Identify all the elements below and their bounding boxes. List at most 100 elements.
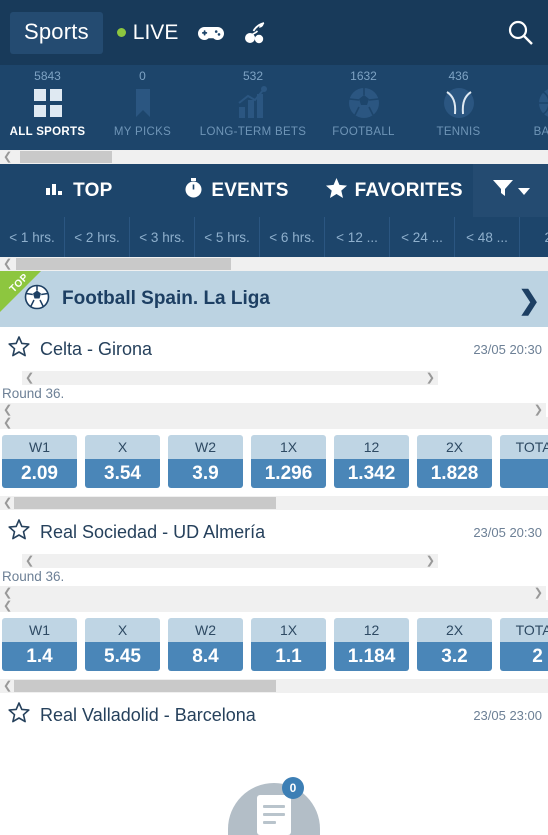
betslip-button[interactable]: 0 — [228, 777, 320, 835]
scroll-right-icon[interactable]: ❯ — [534, 586, 543, 600]
scroll-left-icon[interactable]: ❮ — [3, 586, 12, 600]
odds-scrollbar[interactable]: ❮ — [0, 496, 548, 510]
time-chip[interactable]: < 24 ... — [390, 217, 455, 257]
sidebar-item-football[interactable]: 1632 FOOTBALL — [316, 65, 411, 150]
tab-top[interactable]: TOP — [0, 164, 158, 217]
scroll-left-icon[interactable]: ❮ — [3, 257, 12, 271]
scroll-left-icon[interactable]: ❮ — [25, 554, 34, 568]
sidebar-item-all-sports[interactable]: 5843 ALL SPORTS — [0, 65, 95, 150]
gamepad-icon[interactable] — [198, 24, 225, 42]
time-filter-chips[interactable]: < 1 hrs. < 2 hrs. < 3 hrs. < 5 hrs. < 6 … — [0, 217, 548, 257]
odd-cell-w1[interactable]: W1 2.09 — [2, 435, 77, 488]
match-row-header[interactable]: Real Valladolid - Barcelona 23/05 23:00 — [0, 693, 548, 737]
odd-cell-total[interactable]: TOTAL — [500, 435, 548, 488]
time-chip[interactable]: < 6 hrs. — [260, 217, 325, 257]
time-chip[interactable]: < 12 ... — [325, 217, 390, 257]
match-name: Real Sociedad - UD Almería — [40, 521, 266, 542]
odd-value[interactable]: 1.4 — [2, 642, 77, 671]
filter-button[interactable] — [473, 164, 548, 217]
all-sports-label: ALL SPORTS — [9, 126, 86, 138]
match-markets-scrollbar-tertiary[interactable]: ❮ — [0, 600, 548, 612]
favorite-star-icon[interactable] — [8, 519, 30, 545]
match-markets-scrollbar[interactable]: ❮ ❯ — [22, 554, 438, 568]
tab-events-label: EVENTS — [211, 179, 289, 201]
odd-cell-w2[interactable]: W2 3.9 — [168, 435, 243, 488]
odd-cell-x[interactable]: X 5.45 — [85, 618, 160, 671]
long-term-bets-label: LONG-TERM BETS — [199, 126, 307, 138]
scroll-right-icon[interactable]: ❯ — [534, 403, 543, 417]
time-chip[interactable]: 24 — [520, 217, 548, 257]
match-row-header[interactable]: Celta - Girona 23/05 20:30 — [0, 327, 548, 371]
sports-tab-button[interactable]: Sports — [10, 11, 103, 54]
scroll-left-icon[interactable]: ❮ — [3, 150, 12, 164]
odd-value[interactable]: 1.184 — [334, 642, 409, 671]
odd-value[interactable]: 3.54 — [85, 459, 160, 488]
scrollbar-thumb[interactable] — [14, 680, 276, 692]
odd-value[interactable]: 3.2 — [417, 642, 492, 671]
chevron-right-icon[interactable]: ❯ — [518, 285, 540, 316]
odd-value[interactable]: 1.1 — [251, 642, 326, 671]
scroll-left-icon[interactable]: ❮ — [3, 679, 12, 693]
odd-cell-1x[interactable]: 1X 1.1 — [251, 618, 326, 671]
tennis-count: 436 — [448, 69, 469, 83]
time-chip[interactable]: < 1 hrs. — [0, 217, 65, 257]
odds-row[interactable]: W1 2.09 X 3.54 W2 3.9 1X 1.296 12 1.342 … — [0, 429, 548, 496]
odd-cell-2x[interactable]: 2X 3.2 — [417, 618, 492, 671]
odd-cell-1x[interactable]: 1X 1.296 — [251, 435, 326, 488]
scroll-right-icon[interactable]: ❯ — [426, 554, 435, 568]
odd-cell-w1[interactable]: W1 1.4 — [2, 618, 77, 671]
odd-value[interactable]: 1.296 — [251, 459, 326, 488]
scrollbar-thumb[interactable] — [14, 497, 276, 509]
odd-value[interactable]: 2 — [500, 642, 548, 671]
scroll-left-icon[interactable]: ❮ — [25, 371, 34, 385]
favorite-star-icon[interactable] — [8, 336, 30, 362]
time-chip[interactable]: < 5 hrs. — [195, 217, 260, 257]
odd-value[interactable]: 5.45 — [85, 642, 160, 671]
scroll-left-icon[interactable]: ❮ — [3, 403, 12, 417]
cherries-icon[interactable] — [244, 21, 268, 44]
odd-value[interactable]: 1.342 — [334, 459, 409, 488]
scroll-left-icon[interactable]: ❮ — [3, 496, 12, 510]
time-chip[interactable]: < 3 hrs. — [130, 217, 195, 257]
odd-value[interactable] — [500, 459, 548, 488]
favorite-star-icon[interactable] — [8, 702, 30, 728]
sport-categories-strip[interactable]: 5843 ALL SPORTS 0 MY PICKS 532 LONG-TERM… — [0, 65, 548, 150]
odds-row[interactable]: W1 1.4 X 5.45 W2 8.4 1X 1.1 12 1.184 2X … — [0, 612, 548, 679]
search-icon[interactable] — [506, 18, 534, 51]
sport-categories-scrollbar[interactable]: ❮ — [0, 150, 548, 164]
odd-value[interactable]: 2.09 — [2, 459, 77, 488]
time-chip[interactable]: < 48 ... — [455, 217, 520, 257]
tab-favorites[interactable]: FAVORITES — [315, 164, 473, 217]
tab-events[interactable]: EVENTS — [158, 164, 316, 217]
match-markets-scrollbar-tertiary[interactable]: ❮ — [0, 417, 548, 429]
sidebar-item-basketball[interactable]: BASKE — [506, 65, 548, 150]
odd-cell-2x[interactable]: 2X 1.828 — [417, 435, 492, 488]
sidebar-item-tennis[interactable]: 436 TENNIS — [411, 65, 506, 150]
league-header[interactable]: TOP Football Spain. La Liga ❯ — [0, 271, 548, 327]
match-markets-scrollbar-secondary[interactable]: ❮ ❯ — [0, 586, 546, 600]
scroll-left-icon[interactable]: ❮ — [3, 416, 12, 430]
scrollbar-thumb[interactable] — [20, 151, 112, 163]
odd-value[interactable]: 1.828 — [417, 459, 492, 488]
scroll-left-icon[interactable]: ❮ — [3, 599, 12, 613]
time-chip[interactable]: < 2 hrs. — [65, 217, 130, 257]
match-row-header[interactable]: Real Sociedad - UD Almería 23/05 20:30 — [0, 510, 548, 554]
odd-cell-x[interactable]: X 3.54 — [85, 435, 160, 488]
odd-cell-w2[interactable]: W2 8.4 — [168, 618, 243, 671]
time-chips-scrollbar[interactable]: ❮ — [0, 257, 548, 271]
scrollbar-thumb[interactable] — [16, 258, 231, 270]
scroll-right-icon[interactable]: ❯ — [426, 371, 435, 385]
live-tab-button[interactable]: LIVE — [116, 21, 178, 45]
sidebar-item-long-term-bets[interactable]: 532 LONG-TERM BETS — [190, 65, 316, 150]
match-markets-scrollbar-secondary[interactable]: ❮ ❯ — [0, 403, 546, 417]
odd-cell-12[interactable]: 12 1.342 — [334, 435, 409, 488]
odd-value[interactable]: 8.4 — [168, 642, 243, 671]
stopwatch-icon — [184, 177, 203, 204]
odds-scrollbar[interactable]: ❮ — [0, 679, 548, 693]
match-markets-scrollbar[interactable]: ❮ ❯ — [22, 371, 438, 385]
odd-value[interactable]: 3.9 — [168, 459, 243, 488]
odd-cell-total[interactable]: TOTAL 2 — [500, 618, 548, 671]
sidebar-item-my-picks[interactable]: 0 MY PICKS — [95, 65, 190, 150]
odd-cell-12[interactable]: 12 1.184 — [334, 618, 409, 671]
odd-header: X — [85, 618, 160, 642]
